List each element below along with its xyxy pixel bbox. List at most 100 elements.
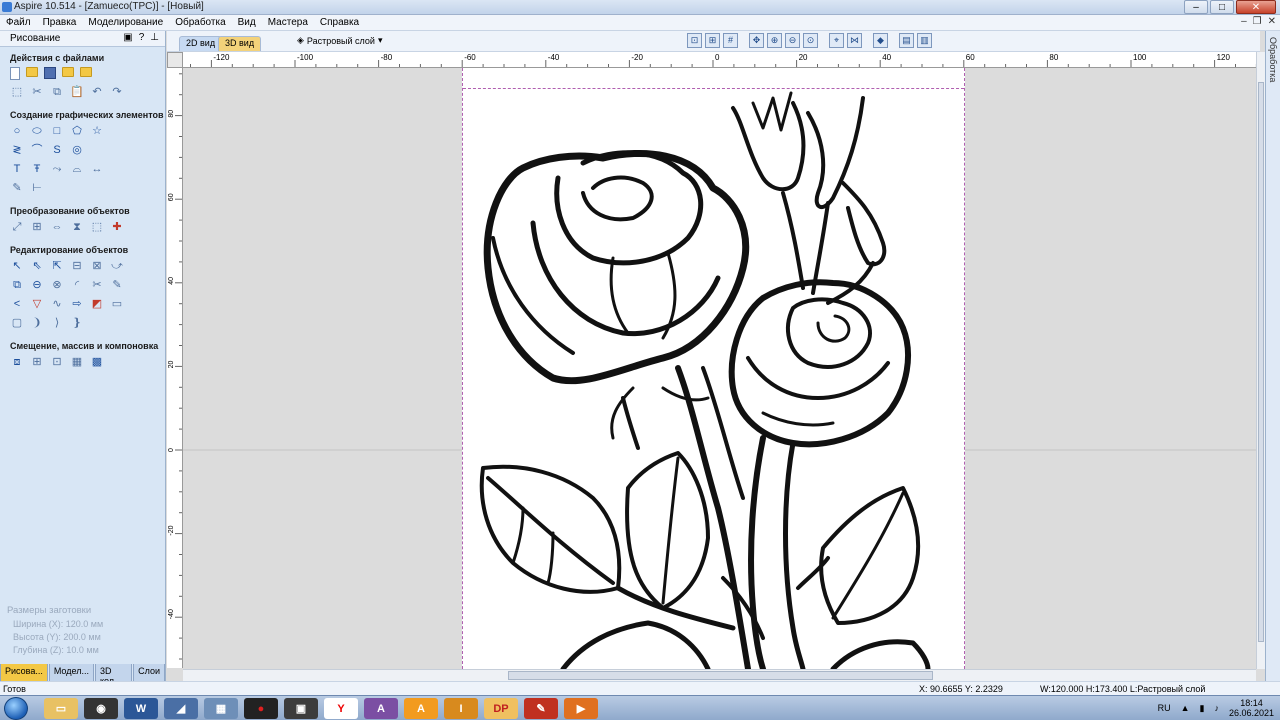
polyline-icon[interactable]: ≷ — [10, 143, 24, 157]
fill-icon[interactable]: ◩ — [90, 297, 104, 311]
zoom-selection-icon[interactable]: ⊙ — [803, 33, 818, 48]
volume-icon[interactable]: ♪ — [1214, 703, 1219, 713]
toolpaths-side-tab[interactable]: Обработка — [1265, 31, 1280, 681]
snap-grid-icon[interactable]: ⋈ — [847, 33, 862, 48]
aspire-icon[interactable]: A — [364, 698, 398, 719]
polygon-icon[interactable]: ⬠ — [70, 124, 84, 138]
scroll-thumb[interactable] — [508, 671, 933, 680]
open-file-icon[interactable] — [26, 67, 38, 77]
close-vector-icon[interactable]: ❩ — [30, 316, 44, 330]
ungroup-icon[interactable]: ⊠ — [90, 259, 104, 273]
align-icon[interactable]: ⊞ — [30, 220, 44, 234]
arrow-icon[interactable]: ⇨ — [70, 297, 84, 311]
nesting-icon[interactable]: ▦ — [70, 355, 84, 369]
start-button[interactable] — [4, 697, 28, 720]
text-on-curve-icon[interactable]: ⤳ — [50, 162, 64, 176]
inventor-icon[interactable]: I — [444, 698, 478, 719]
redo-icon[interactable]: ↷ — [110, 85, 124, 99]
draw-vector-icon[interactable]: ✎ — [10, 181, 24, 195]
circle-icon[interactable]: ○ — [10, 124, 24, 138]
menu-file[interactable]: Файл — [0, 17, 37, 28]
word-icon[interactable]: W — [124, 698, 158, 719]
star-icon[interactable]: ☆ — [90, 124, 104, 138]
cut2d-icon[interactable]: DP — [484, 698, 518, 719]
dimension-icon[interactable]: ↔ — [90, 162, 104, 176]
text-box-icon[interactable]: Ŧ — [30, 162, 44, 176]
paste-icon[interactable]: 📋 — [70, 85, 84, 99]
mirror-icon[interactable]: ⧗ — [70, 220, 84, 234]
move-icon[interactable]: ⤢ — [10, 220, 24, 234]
toolpath-icon[interactable]: ◆ — [873, 33, 888, 48]
rounded-rect-icon[interactable]: ▢ — [10, 316, 24, 330]
feather-app-icon[interactable]: ✎ — [524, 698, 558, 719]
mdi-minimize-button[interactable]: – — [1241, 16, 1247, 27]
material-sheet[interactable] — [462, 68, 965, 669]
menu-modeling[interactable]: Моделирование — [82, 17, 169, 28]
autocad-icon[interactable]: A — [404, 698, 438, 719]
bracket-icon[interactable]: ⟩ — [50, 316, 64, 330]
horizontal-scrollbar[interactable] — [183, 669, 1256, 681]
weld-icon[interactable]: ⧉ — [10, 278, 24, 292]
menu-view[interactable]: Вид — [232, 17, 262, 28]
cut-icon[interactable]: ✂ — [30, 85, 44, 99]
zoom-out-icon[interactable]: ⊖ — [785, 33, 800, 48]
scroll-thumb[interactable] — [1258, 82, 1264, 642]
menu-edit[interactable]: Правка — [37, 17, 83, 28]
fillet-icon[interactable]: ◜ — [70, 278, 84, 292]
mdi-close-button[interactable]: ✕ — [1268, 16, 1276, 27]
zoom-box-icon[interactable]: ⊞ — [705, 33, 720, 48]
canvas-workspace[interactable] — [183, 68, 1256, 669]
circular-array-icon[interactable]: ⊡ — [50, 355, 64, 369]
select-arrow-icon[interactable]: ↖ — [10, 259, 24, 273]
layout-icon[interactable]: ▩ — [90, 355, 104, 369]
join-icon[interactable]: ⤻ — [110, 259, 124, 273]
ellipse-icon[interactable]: ⬭ — [30, 124, 44, 138]
subtract-icon[interactable]: ⊖ — [30, 278, 44, 292]
language-indicator[interactable]: RU — [1158, 703, 1171, 713]
tray-arrow-icon[interactable]: ▲ — [1181, 703, 1190, 713]
unpin-icon[interactable]: ⊥ — [150, 32, 159, 43]
node-edit-icon[interactable]: ⇖ — [30, 259, 44, 273]
import-vectors-icon[interactable] — [62, 67, 74, 77]
offset-icon[interactable]: ⧈ — [10, 355, 24, 369]
text-arc-icon[interactable]: ⌓ — [70, 162, 84, 176]
yandex-browser-icon[interactable]: Y — [324, 698, 358, 719]
menu-help[interactable]: Справка — [314, 17, 365, 28]
zoom-in-icon[interactable]: ⊕ — [767, 33, 782, 48]
rectangle-icon[interactable]: □ — [50, 124, 64, 138]
video-editor-icon[interactable]: ▣ — [284, 698, 318, 719]
save-icon[interactable] — [44, 67, 56, 79]
snap-icon[interactable]: ⌖ — [829, 33, 844, 48]
dogbone-icon[interactable]: ▽ — [30, 297, 44, 311]
pin-icon[interactable]: ▣ — [123, 32, 132, 43]
layout-1-icon[interactable]: ▤ — [899, 33, 914, 48]
grid-icon[interactable]: # — [723, 33, 738, 48]
angle-icon[interactable]: < — [10, 297, 24, 311]
vertical-scrollbar[interactable] — [1256, 52, 1265, 669]
array-icon[interactable]: ⊞ — [30, 355, 44, 369]
network-icon[interactable]: ▮ — [1200, 703, 1205, 714]
curve-icon[interactable]: S — [50, 143, 64, 157]
spiral-icon[interactable]: ◎ — [70, 143, 84, 157]
import-bitmap-icon[interactable] — [80, 67, 92, 77]
mdi-restore-button[interactable]: ❐ — [1253, 16, 1262, 27]
trim-icon[interactable]: ✂ — [90, 278, 104, 292]
maximize-button[interactable]: □ — [1210, 0, 1234, 14]
layout-2-icon[interactable]: ▥ — [917, 33, 932, 48]
extend-icon[interactable]: ✎ — [110, 278, 124, 292]
clock[interactable]: 18:14 26.06.2021 — [1229, 698, 1274, 718]
menu-machining[interactable]: Обработка — [169, 17, 231, 28]
copy-icon[interactable]: ⧉ — [50, 85, 64, 99]
measure-icon[interactable]: ⊢ — [30, 181, 44, 195]
scale-icon[interactable]: ⇔ — [50, 220, 64, 234]
record-icon[interactable]: ● — [244, 698, 278, 719]
center-icon[interactable]: ✚ — [110, 220, 124, 234]
camera-app-icon[interactable]: ◉ — [84, 698, 118, 719]
undo-icon[interactable]: ↶ — [90, 85, 104, 99]
image-icon[interactable]: ▭ — [110, 297, 124, 311]
zoom-all-icon[interactable]: ⊡ — [687, 33, 702, 48]
close-button[interactable]: ✕ — [1236, 0, 1276, 14]
pan-icon[interactable]: ✥ — [749, 33, 764, 48]
size-icon[interactable]: ⬚ — [90, 220, 104, 234]
vectric-icon[interactable]: ◢ — [164, 698, 198, 719]
